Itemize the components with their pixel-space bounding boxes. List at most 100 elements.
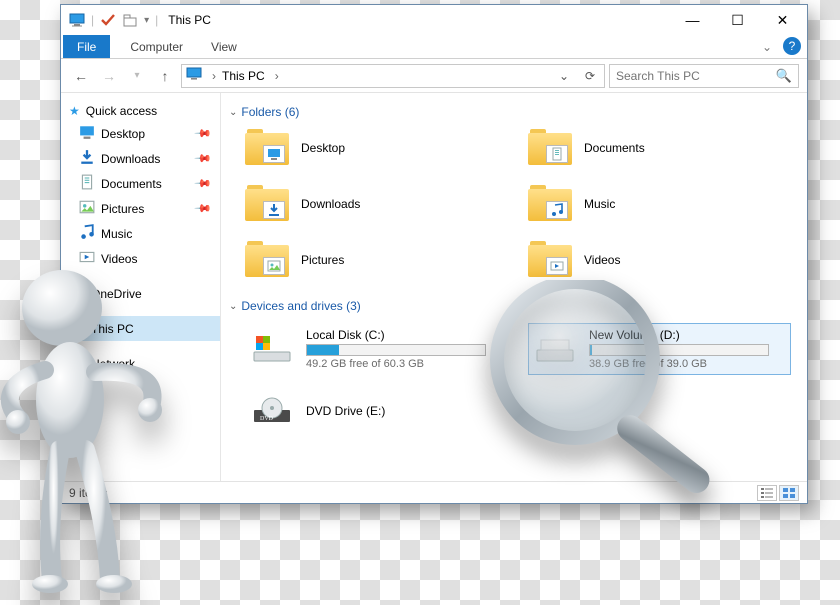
picture-icon [79,199,95,218]
drive-item[interactable]: Local Disk (C:) 49.2 GB free of 60.3 GB [245,323,508,375]
sidebar-label: This PC [91,322,134,336]
address-history-icon[interactable]: ⌄ [554,69,574,83]
folder-icon [245,241,289,279]
drive-icon [250,332,294,366]
qat-separator: | [91,13,94,27]
ribbon-bar: File Computer View ⌄ ? [61,35,807,59]
folder-item-download[interactable]: Downloads [245,185,508,223]
pin-icon: 📌 [194,199,213,218]
folder-icon [245,129,289,167]
drive-free-text: 49.2 GB free of 60.3 GB [306,358,503,370]
pin-icon: 📌 [194,124,213,143]
status-item-count: 9 items [69,486,108,500]
folder-item-music[interactable]: Music [528,185,791,223]
recent-locations-button[interactable]: ▾ [125,64,149,88]
download-icon [79,149,95,168]
folder-item-document[interactable]: Documents [528,129,791,167]
drive-item[interactable]: New Volume (D:) 38.9 GB free of 39.0 GB [528,323,791,375]
drive-free-text: 38.9 GB free of 39.0 GB [589,358,786,370]
search-input[interactable] [616,69,776,83]
up-button[interactable]: ↑ [153,64,177,88]
sidebar-item-music[interactable]: Music [61,221,220,246]
pin-icon: 📌 [194,174,213,193]
thispc-icon [186,66,202,85]
close-button[interactable]: ✕ [760,6,805,34]
sidebar-label: Network [91,357,135,371]
tab-computer[interactable]: Computer [116,35,197,58]
sidebar-item-label: Documents [101,177,162,191]
refresh-icon[interactable]: ⟳ [580,69,600,83]
music-icon [79,224,95,243]
address-bar[interactable]: This PC ⌄ ⟳ [181,64,605,88]
qat-newfolder-icon[interactable] [122,12,138,28]
search-icon[interactable]: 🔍 [776,68,792,84]
drive-icon: DVD [250,394,294,428]
folder-label: Videos [584,253,620,267]
sidebar-item-label: Desktop [101,127,145,141]
tab-file[interactable]: File [63,35,110,58]
forward-button[interactable]: → [97,64,121,88]
nav-row: ← → ▾ ↑ This PC ⌄ ⟳ 🔍 [61,59,807,93]
sidebar-network[interactable]: Network [61,351,220,376]
video-icon [79,249,95,268]
maximize-button[interactable]: ☐ [715,6,760,34]
breadcrumb-current[interactable]: This PC [222,69,265,83]
star-icon: ★ [69,104,80,118]
sidebar-item-desktop[interactable]: Desktop 📌 [61,121,220,146]
sidebar-item-picture[interactable]: Pictures 📌 [61,196,220,221]
folder-label: Downloads [301,197,360,211]
sidebar-item-label: Pictures [101,202,144,216]
qat-properties-icon[interactable] [100,12,116,28]
search-box[interactable]: 🔍 [609,64,799,88]
drive-usage-bar [589,344,769,356]
breadcrumb-root-icon[interactable] [208,69,216,83]
onedrive-icon [69,284,85,303]
view-largeicons-icon[interactable] [779,485,799,501]
sidebar-label: OneDrive [91,287,142,301]
ribbon-collapse-icon[interactable]: ⌄ [755,35,779,58]
thispc-icon [69,319,85,338]
help-icon[interactable]: ? [783,37,801,55]
group-header-drives[interactable]: ⌄ Devices and drives (3) [225,295,799,319]
pin-icon: 📌 [194,149,213,168]
minimize-button[interactable]: — [670,6,715,34]
folder-label: Pictures [301,253,344,267]
sidebar-label: Quick access [86,104,157,118]
folder-item-desktop[interactable]: Desktop [245,129,508,167]
chevron-down-icon: ⌄ [229,107,237,118]
download-icon [263,201,285,219]
tab-view[interactable]: View [197,35,251,58]
sidebar-item-download[interactable]: Downloads📌 [61,146,220,171]
view-details-icon[interactable] [757,485,777,501]
breadcrumb-sep-icon[interactable] [271,69,279,83]
folder-item-video[interactable]: Videos [528,241,791,279]
drive-label: New Volume (D:) [589,328,786,342]
window-title: This PC [168,13,670,27]
folder-label: Desktop [301,141,345,155]
drive-label: DVD Drive (E:) [306,404,503,418]
sidebar-item-video[interactable]: Videos [61,246,220,271]
navigation-pane: ★ Quick access Desktop📌Downloads📌Documen… [61,93,221,481]
desktop-icon [79,124,95,143]
folder-icon [528,185,572,223]
folder-icon [528,241,572,279]
chevron-down-icon: ⌄ [229,301,237,312]
drive-icon [533,332,577,366]
folder-item-picture[interactable]: Pictures [245,241,508,279]
drive-item[interactable]: DVD DVD Drive (E:) [245,389,508,433]
folder-icon [528,129,572,167]
document-icon [79,174,95,193]
drive-usage-bar [306,344,486,356]
thispc-icon [69,12,85,28]
group-header-folders[interactable]: ⌄ Folders (6) [225,101,799,125]
sidebar-this-pc[interactable]: This PC [61,316,220,341]
title-bar: | ▾ | This PC — ☐ ✕ [61,5,807,35]
sidebar-onedrive[interactable]: OneDrive [61,281,220,306]
sidebar-quick-access[interactable]: ★ Quick access [61,101,220,121]
back-button[interactable]: ← [69,64,93,88]
sidebar-item-document[interactable]: Documents 📌 [61,171,220,196]
sidebar-item-label: Music [101,227,132,241]
document-icon [546,145,568,163]
qat-dropdown-icon[interactable]: ▾ [144,15,149,26]
drive-label: Local Disk (C:) [306,328,503,342]
